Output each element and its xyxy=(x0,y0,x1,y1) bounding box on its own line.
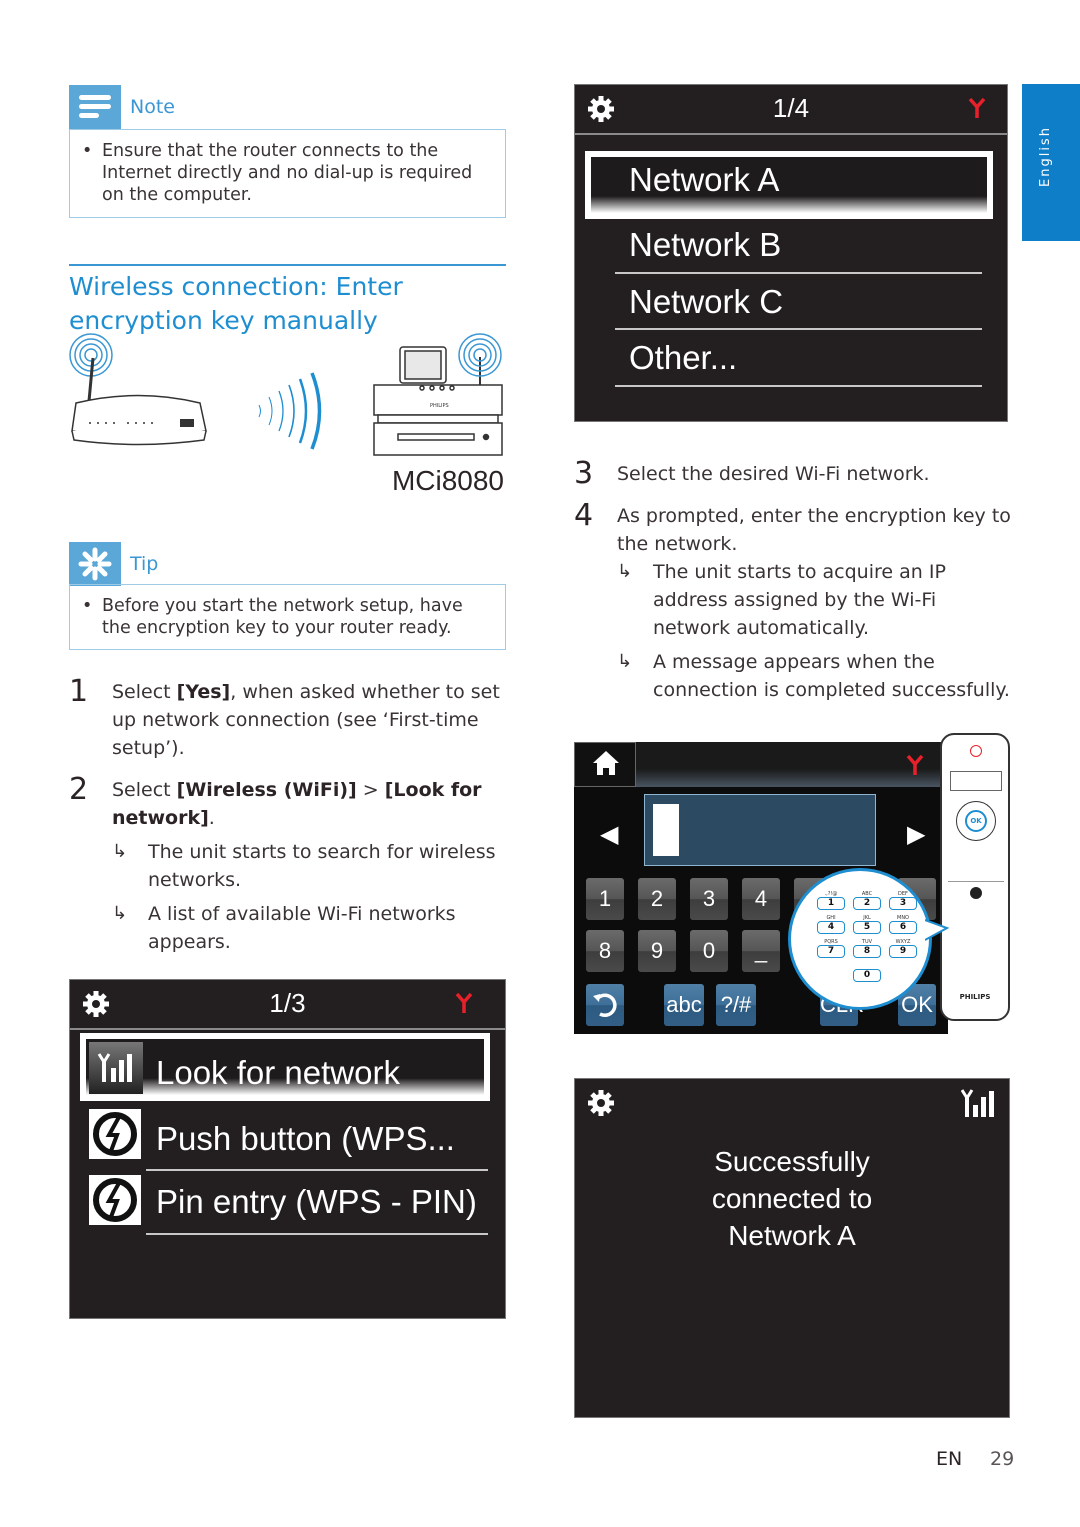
keyboard-header xyxy=(636,742,948,787)
remote-ok-button: OK xyxy=(965,810,987,832)
abc-mode-button[interactable]: abc xyxy=(664,984,704,1026)
text-cursor xyxy=(653,804,679,856)
keypad-key-1: .,?!@ 1 xyxy=(817,891,845,910)
step-4: 4 As prompted, enter the encryption key … xyxy=(574,498,1014,704)
key-underscore[interactable]: _ xyxy=(742,930,780,972)
wireless-illustration: PHILIPS MCi8080 xyxy=(68,333,508,503)
page-indicator: 1/3 xyxy=(269,988,306,1018)
keypad-key-8: TUV 8 xyxy=(853,939,881,958)
menu-item-pin-entry-wps[interactable]: Pin entry (WPS - PIN) xyxy=(156,1183,477,1221)
key-3[interactable]: 3 xyxy=(690,878,728,920)
home-icon xyxy=(593,751,619,775)
section-title: Wireless connection: Enter encryption ke… xyxy=(69,272,403,335)
key-0[interactable]: 0 xyxy=(690,930,728,972)
antenna-icon xyxy=(906,754,924,775)
note-header: Note xyxy=(69,85,175,129)
result-arrow-icon: ↳ xyxy=(617,651,633,672)
step-number: 1 xyxy=(69,674,89,709)
network-item-b[interactable]: Network B xyxy=(629,226,781,264)
step-number: 2 xyxy=(69,772,89,807)
tip-box: • Before you start the network setup, hav… xyxy=(69,584,506,650)
magnifier-pointer xyxy=(925,919,950,941)
wps-icon xyxy=(89,1175,141,1225)
page-number: 29 xyxy=(990,1448,1015,1470)
encryption-key-input[interactable] xyxy=(644,794,876,866)
result-arrow-icon: ↳ xyxy=(112,841,128,862)
menu-item-look-for-network[interactable]: Look for network xyxy=(156,1054,400,1092)
network-item-other[interactable]: Other... xyxy=(629,339,737,377)
cursor-right-button[interactable]: ▶ xyxy=(907,820,925,848)
keypad-key-2: ABC 2 xyxy=(853,891,881,910)
result-arrow-icon: ↳ xyxy=(617,561,633,582)
keypad-key-9: WXYZ 9 xyxy=(889,939,917,958)
device-model-label: MCi8080 xyxy=(391,465,504,496)
page-indicator: 1/4 xyxy=(772,93,810,123)
mci8080-device-icon xyxy=(373,346,503,456)
screen-success: Successfully connected to Network A xyxy=(574,1078,1010,1418)
screen-keyboard: ◀ ▶ 1 2 3 4 8 9 0 _ abc ?/# CLR OK .,?!@… xyxy=(574,742,948,1034)
network-item-a[interactable]: Network A xyxy=(629,161,779,199)
keypad-key-3: DEF 3 xyxy=(889,891,917,910)
step-2: 2 Select [Wireless (WiFi)] > [Look for n… xyxy=(69,772,506,956)
step-result: ↳ A list of available Wi-Fi networks appe… xyxy=(112,900,506,956)
tip-header: Tip xyxy=(69,542,158,586)
step-number: 4 xyxy=(574,498,594,533)
step-number: 3 xyxy=(574,456,594,491)
keypad-key-4: GHI 4 xyxy=(817,915,845,934)
device-brand-label: PHILIPS xyxy=(430,403,449,409)
remote-brand-label: PHILIPS xyxy=(959,993,991,1001)
settings-gear-icon xyxy=(588,1090,614,1116)
screen-network-list: 1/4 Network A Network B Network C Other.… xyxy=(574,84,1008,422)
step-result: ↳ The unit starts to acquire an IP addres… xyxy=(617,558,1014,642)
signal-strength-icon xyxy=(961,1089,994,1117)
back-icon xyxy=(593,993,617,1018)
menu-item-push-button-wps[interactable]: Push button (WPS... xyxy=(156,1120,455,1158)
key-8[interactable]: 8 xyxy=(586,930,624,972)
step-result: ↳ A message appears when the connection i… xyxy=(617,648,1014,704)
tip-text: Before you start the network setup, have… xyxy=(102,596,463,638)
keypad-key-6: MNO 6 xyxy=(889,915,917,934)
step-1: 1 Select [Yes], when asked whether to se… xyxy=(69,674,506,762)
home-button[interactable] xyxy=(574,742,636,787)
keypad-key-0: 0 xyxy=(853,963,881,982)
note-title: Note xyxy=(130,96,175,118)
keypad-magnifier: .,?!@ 1 ABC 2 DEF 3 GHI 4 JKL 5 MNO 6 PQRS 7 TUV 8 WXYZ 9… xyxy=(788,868,932,1010)
antenna-icon xyxy=(968,97,986,118)
remote-control-illustration: OK PHILIPS xyxy=(940,733,1010,1021)
tip-title: Tip xyxy=(130,553,159,575)
wps-icon xyxy=(89,1109,141,1159)
keypad-key-5: JKL 5 xyxy=(853,915,881,934)
note-text: Ensure that the router connects to the I… xyxy=(102,141,473,205)
remote-top-buttons xyxy=(950,771,1002,791)
success-message: Successfully connected to Network A xyxy=(711,1146,873,1251)
signal-icon xyxy=(89,1042,143,1094)
antenna-icon xyxy=(455,992,473,1013)
signal-waves xyxy=(258,372,322,450)
screen-wireless-menu: 1/3 Look for network Push button (WPS...… xyxy=(69,979,506,1319)
step-result: ↳ The unit starts to search for wireless … xyxy=(112,838,506,894)
key-2[interactable]: 2 xyxy=(638,878,676,920)
note-box: • Ensure that the router connects to the … xyxy=(69,129,506,218)
key-4[interactable]: 4 xyxy=(742,878,780,920)
network-item-c[interactable]: Network C xyxy=(629,283,783,321)
section-divider xyxy=(69,264,506,266)
note-icon xyxy=(69,85,121,129)
cursor-left-button[interactable]: ◀ xyxy=(600,820,618,848)
router-icon xyxy=(71,357,207,446)
language-tab: English xyxy=(1022,84,1080,241)
key-9[interactable]: 9 xyxy=(638,930,676,972)
footer-language: EN xyxy=(936,1448,963,1470)
power-icon xyxy=(970,745,982,757)
symbols-mode-button[interactable]: ?/# xyxy=(716,984,756,1026)
keypad-key-7: PQRS 7 xyxy=(817,939,845,958)
tip-icon xyxy=(69,542,121,586)
key-1[interactable]: 1 xyxy=(586,878,624,920)
remote-dpad: OK xyxy=(956,801,996,841)
back-button[interactable] xyxy=(586,984,624,1026)
result-arrow-icon: ↳ xyxy=(112,903,128,924)
step-3: 3 Select the desired Wi-Fi network. xyxy=(574,456,930,491)
